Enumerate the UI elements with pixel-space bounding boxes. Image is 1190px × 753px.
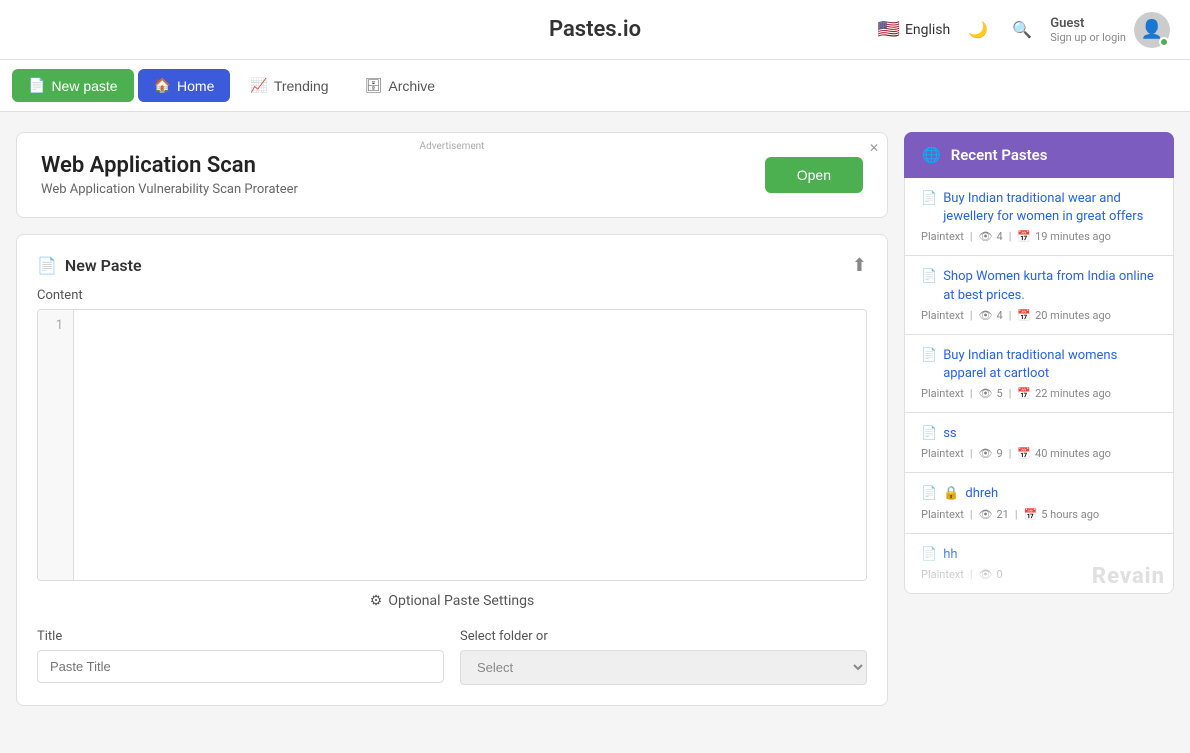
paste-file-icon: 📄: [37, 256, 57, 275]
language-label: English: [905, 22, 950, 38]
recent-pastes-header: 🌐 Recent Pastes: [904, 132, 1174, 178]
eye-icon: 👁: [979, 309, 993, 322]
ad-banner: Advertisement Web Application Scan Web A…: [16, 132, 888, 218]
clock-icon: 📅: [1017, 447, 1031, 460]
folder-label: Select folder or: [460, 629, 867, 644]
settings-gear-icon: ⚙: [370, 593, 383, 609]
ad-content: Web Application Scan Web Application Vul…: [41, 153, 298, 197]
recent-paste-title[interactable]: 📄 🔒 dhreh: [921, 485, 1157, 503]
guest-section: Guest Sign up or login 👤: [1050, 12, 1170, 48]
clock-icon: 📅: [1024, 508, 1038, 521]
sidebar-wrapper: 🌐 Recent Pastes 📄 Buy Indian traditional…: [904, 132, 1174, 594]
guest-sub: Sign up or login: [1050, 31, 1126, 44]
content-label: Content: [37, 288, 867, 303]
list-item: 📄 Buy Indian traditional womens apparel …: [904, 335, 1174, 413]
title-group: Title: [37, 629, 444, 685]
editor-wrapper: 1: [37, 309, 867, 581]
home-icon: 🏠: [154, 77, 171, 94]
paste-item-meta: Plaintext | 👁 21 | 📅 5 hours ago: [921, 508, 1157, 521]
upload-icon[interactable]: ⬆: [852, 255, 867, 276]
list-item: 📄 🔒 dhreh Plaintext | 👁 21 | 📅 5 hours a…: [904, 473, 1174, 533]
recent-paste-title[interactable]: 📄 Buy Indian traditional womens apparel …: [921, 347, 1157, 383]
sidebar: 🌐 Recent Pastes 📄 Buy Indian traditional…: [904, 132, 1174, 706]
dark-mode-toggle[interactable]: 🌙: [962, 14, 994, 46]
paste-form-row: Title Select folder or Select: [37, 629, 867, 685]
header: Pastes.io 🇺🇸 English 🌙 🔍 Guest Sign up o…: [0, 0, 1190, 60]
line-numbers: 1: [38, 310, 74, 580]
title-label: Title: [37, 629, 444, 644]
search-button[interactable]: 🔍: [1006, 14, 1038, 46]
ad-label: Advertisement: [420, 141, 485, 152]
clock-icon: 📅: [1017, 387, 1031, 400]
paste-file-icon: 📄: [921, 347, 937, 365]
home-button[interactable]: 🏠 Home: [138, 69, 231, 102]
paste-title-input[interactable]: [37, 650, 444, 683]
list-item: 📄 Shop Women kurta from India online at …: [904, 256, 1174, 334]
eye-icon: 👁: [979, 230, 993, 243]
paste-card-title: 📄 New Paste: [37, 256, 142, 275]
globe-icon: 🌐: [922, 146, 941, 164]
paste-file-icon: 📄: [921, 485, 937, 503]
ad-close-button[interactable]: ✕: [869, 141, 879, 155]
new-paste-card: 📄 New Paste ⬆ Content 1 ⚙ Optional Paste…: [16, 234, 888, 706]
ad-open-button[interactable]: Open: [765, 157, 863, 193]
file-icon: 📄: [28, 77, 45, 94]
eye-icon: 👁: [979, 387, 993, 400]
paste-file-icon: 📄: [921, 190, 937, 208]
folder-select[interactable]: Select: [460, 650, 867, 685]
archive-button[interactable]: 🗄 Archive: [349, 69, 451, 102]
clock-icon: 📅: [1017, 230, 1031, 243]
paste-item-meta: Plaintext | 👁 5 | 📅 22 minutes ago: [921, 387, 1157, 400]
eye-icon: 👁: [979, 508, 993, 521]
list-item: 📄 Buy Indian traditional wear and jewell…: [904, 178, 1174, 256]
paste-item-meta: Plaintext | 👁 4 | 📅 19 minutes ago: [921, 230, 1157, 243]
avatar[interactable]: 👤: [1134, 12, 1170, 48]
eye-icon: 👁: [979, 447, 993, 460]
paste-item-meta: Plaintext | 👁 4 | 📅 20 minutes ago: [921, 309, 1157, 322]
avatar-online-dot: [1159, 37, 1169, 47]
paste-content-input[interactable]: [74, 310, 866, 580]
paste-file-icon: 📄: [921, 546, 937, 564]
list-item: 📄 hh Plaintext | 👁 0 Revain: [904, 534, 1174, 594]
paste-card-header: 📄 New Paste ⬆: [37, 255, 867, 276]
clock-icon: 📅: [1017, 309, 1031, 322]
guest-info: Guest Sign up or login: [1050, 16, 1126, 44]
header-right: 🇺🇸 English 🌙 🔍 Guest Sign up or login 👤: [878, 12, 1170, 48]
header-logo: Pastes.io: [549, 17, 641, 42]
flag-icon: 🇺🇸: [878, 19, 900, 40]
list-item: 📄 ss Plaintext | 👁 9 | 📅 40 minutes ago: [904, 413, 1174, 473]
lock-icon: 🔒: [943, 485, 959, 503]
ad-title: Web Application Scan: [41, 153, 298, 178]
paste-file-icon: 📄: [921, 425, 937, 443]
trending-icon: 📈: [250, 77, 267, 94]
recent-paste-title[interactable]: 📄 Shop Women kurta from India online at …: [921, 268, 1157, 304]
folder-group: Select folder or Select: [460, 629, 867, 685]
language-selector[interactable]: 🇺🇸 English: [878, 19, 951, 40]
archive-icon: 🗄: [365, 77, 383, 94]
ad-description: Web Application Vulnerability Scan Prora…: [41, 182, 298, 197]
paste-item-meta: Plaintext | 👁 9 | 📅 40 minutes ago: [921, 447, 1157, 460]
recent-paste-title[interactable]: 📄 hh: [921, 546, 1157, 564]
recent-paste-title[interactable]: 📄 Buy Indian traditional wear and jewell…: [921, 190, 1157, 226]
main-nav: 📄 New paste 🏠 Home 📈 Trending 🗄 Archive: [0, 60, 1190, 112]
optional-settings-toggle[interactable]: ⚙ Optional Paste Settings: [37, 581, 867, 621]
paste-file-icon: 📄: [921, 268, 937, 286]
eye-icon: 👁: [979, 568, 993, 581]
recent-paste-title[interactable]: 📄 ss: [921, 425, 1157, 443]
main-layout: Advertisement Web Application Scan Web A…: [0, 112, 1190, 726]
guest-name: Guest: [1050, 16, 1126, 31]
paste-item-meta: Plaintext | 👁 0: [921, 568, 1157, 581]
main-content: Advertisement Web Application Scan Web A…: [16, 132, 888, 706]
trending-button[interactable]: 📈 Trending: [234, 69, 344, 102]
new-paste-button[interactable]: 📄 New paste: [12, 69, 134, 102]
